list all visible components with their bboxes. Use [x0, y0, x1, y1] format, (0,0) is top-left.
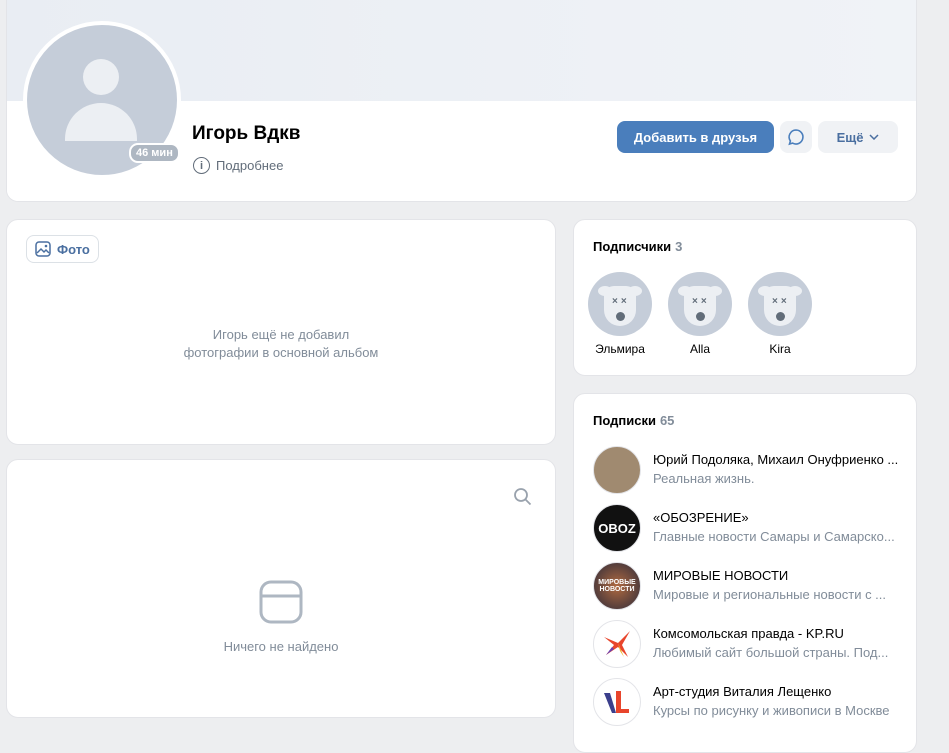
profile-header: 46 мин Игорь Вдкв i Подробнее Добавить в … — [6, 0, 917, 202]
subscription-item[interactable]: Арт-студия Виталия Лещенко Курсы по рисун… — [593, 678, 903, 726]
group-avatar: OBOZ — [593, 504, 641, 552]
dog-avatar-icon: ×× — [668, 272, 732, 336]
group-avatar — [593, 678, 641, 726]
follower-item[interactable]: ×× Alla — [668, 272, 732, 356]
photos-tab[interactable]: Фото — [26, 235, 99, 263]
group-avatar — [593, 446, 641, 494]
subscriptions-title[interactable]: Подписки 65 — [593, 413, 674, 428]
details-link[interactable]: i Подробнее — [193, 157, 283, 174]
subscription-item[interactable]: Комсомольская правда - KP.RU Любимый сайт… — [593, 620, 903, 668]
dog-avatar-icon: ×× — [588, 272, 652, 336]
search-icon[interactable] — [513, 487, 533, 507]
empty-placeholder-icon — [259, 580, 303, 624]
info-icon: i — [193, 157, 210, 174]
subscriptions-card: Подписки 65 Юрий Подоляка, Михаил Онуфрие… — [573, 393, 917, 753]
message-icon — [788, 129, 804, 146]
vl-logo-icon — [604, 691, 629, 713]
followers-title[interactable]: Подписчики 3 — [593, 239, 682, 254]
photos-card: Фото Игорь ещё не добавил фотографии в ос… — [6, 219, 556, 445]
chevron-down-icon — [869, 134, 879, 140]
image-icon — [35, 241, 51, 257]
profile-name: Игорь Вдкв — [192, 123, 301, 144]
subscription-item[interactable]: Юрий Подоляка, Михаил Онуфриенко ... Реал… — [593, 446, 903, 494]
wall-empty-text: Ничего не найдено — [223, 639, 339, 654]
message-button[interactable] — [780, 121, 812, 153]
followers-card: Подписчики 3 ×× Эльмира ×× Alla ×× Kira — [573, 219, 917, 376]
photos-empty-text: Игорь ещё не добавил фотографии в основно… — [183, 327, 379, 360]
follower-item[interactable]: ×× Эльмира — [588, 272, 652, 356]
follower-item[interactable]: ×× Kira — [748, 272, 812, 356]
subscription-item[interactable]: OBOZ «ОБОЗРЕНИЕ» Главные новости Самары и … — [593, 504, 903, 552]
dog-avatar-icon: ×× — [748, 272, 812, 336]
wall-card: Ничего не найдено — [6, 459, 556, 718]
add-friend-button[interactable]: Добавить в друзья — [617, 121, 774, 153]
bird-logo-icon — [604, 631, 630, 657]
group-avatar: МИРОВЫЕ НОВОСТИ — [593, 562, 641, 610]
subscription-item[interactable]: МИРОВЫЕ НОВОСТИ МИРОВЫЕ НОВОСТИ Мировые и … — [593, 562, 903, 610]
more-button[interactable]: Ещё — [818, 121, 898, 153]
group-avatar — [593, 620, 641, 668]
online-status-badge: 46 мин — [129, 143, 180, 163]
